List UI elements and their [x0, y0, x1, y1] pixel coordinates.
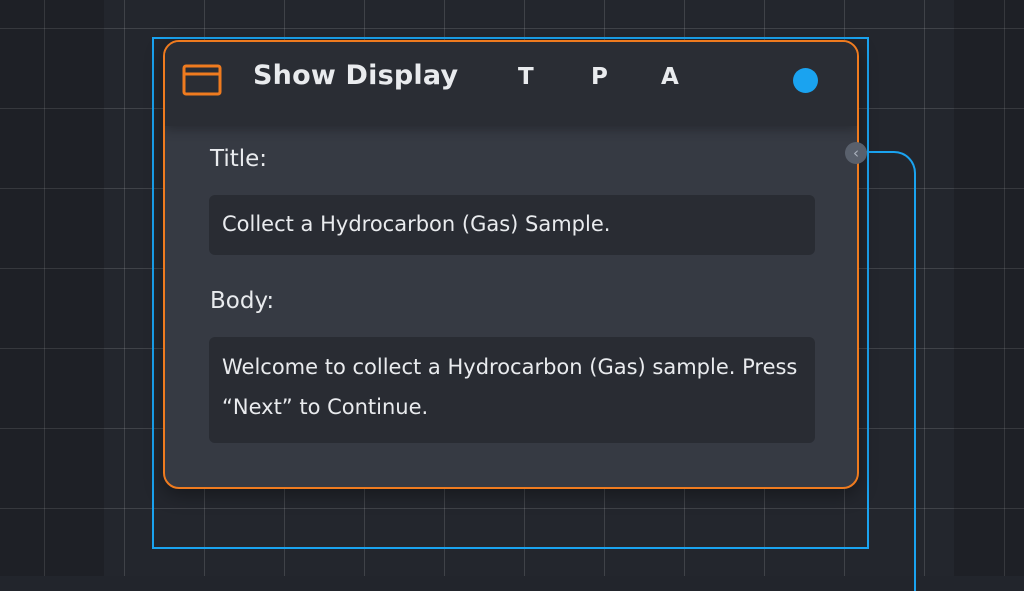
title-field[interactable]: Collect a Hydrocarbon (Gas) Sample.	[209, 195, 815, 255]
chevron-left-icon[interactable]: ‹	[845, 142, 867, 164]
body-label: Body:	[210, 288, 275, 314]
flag-t-button[interactable]: T	[518, 64, 534, 90]
node-title: Show Display	[253, 60, 459, 91]
status-indicator	[793, 68, 818, 93]
body-field[interactable]: Welcome to collect a Hydrocarbon (Gas) s…	[209, 337, 815, 443]
canvas-shade-left	[0, 0, 104, 576]
node-header[interactable]: Show Display T P A	[165, 42, 857, 126]
canvas-shade-right	[954, 0, 1024, 576]
title-label: Title:	[210, 146, 268, 172]
show-display-node[interactable]: Show Display T P A Title: Collect a Hydr…	[163, 40, 859, 489]
flag-a-button[interactable]: A	[661, 64, 679, 90]
window-icon	[182, 64, 222, 96]
flag-p-button[interactable]: P	[591, 64, 608, 90]
connection-wire[interactable]	[864, 151, 916, 591]
